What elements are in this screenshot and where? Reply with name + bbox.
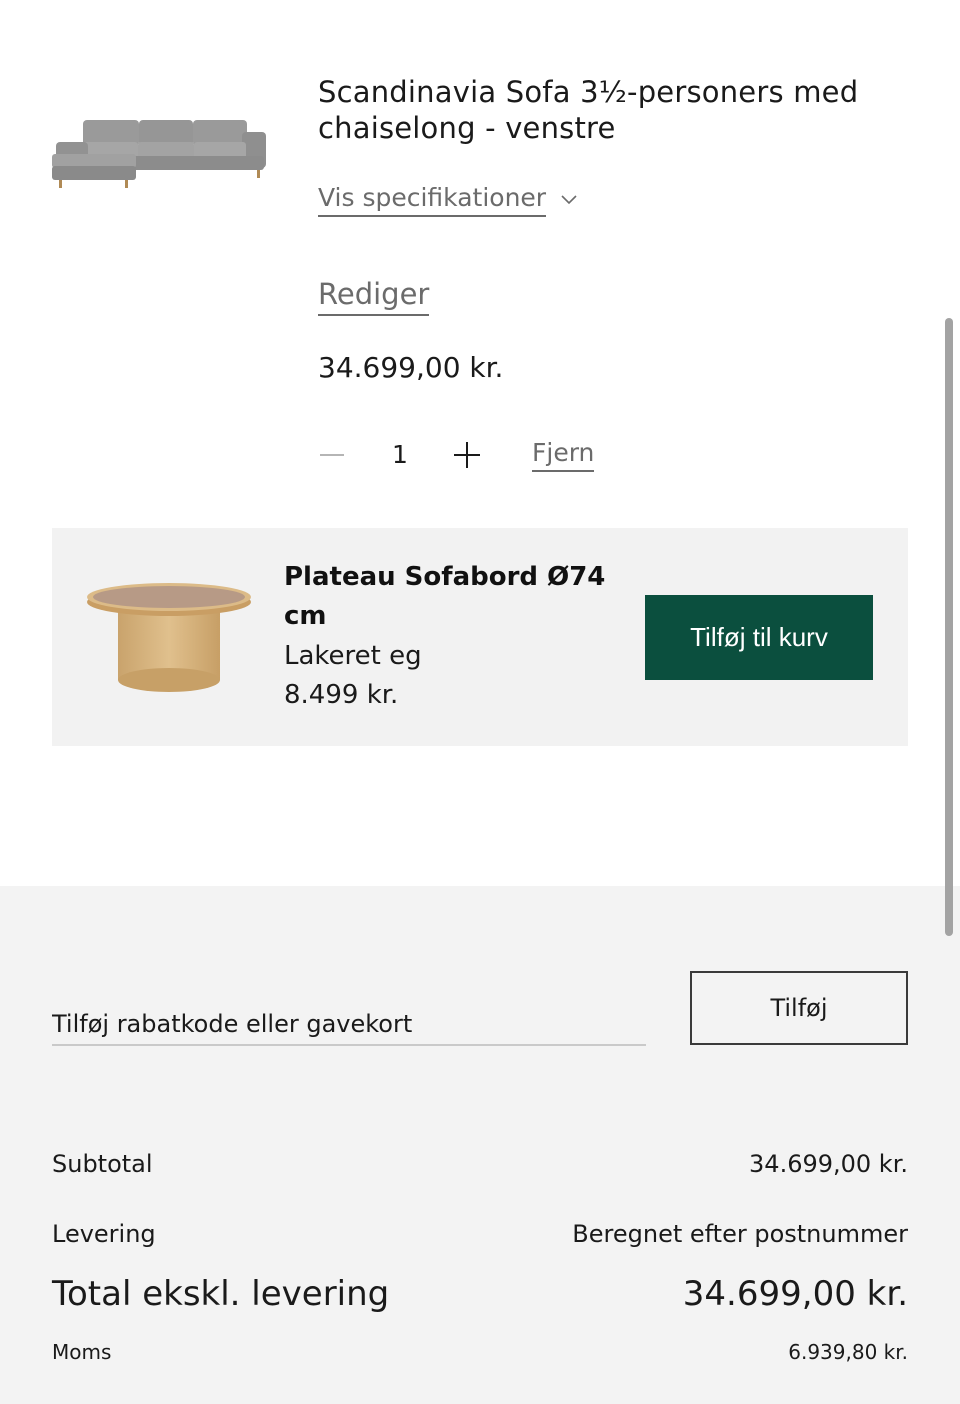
product-title[interactable]: Scandinavia Sofa 3½-personers med chaise…: [318, 74, 918, 146]
total-value: 34.699,00 kr.: [682, 1274, 908, 1314]
upsell-price: 8.499 kr.: [284, 680, 399, 710]
minus-icon[interactable]: [318, 436, 346, 474]
product-image-coffee-table[interactable]: [86, 578, 252, 696]
upsell-card: Plateau Sofabord Ø74 cm Lakeret eg 8.499…: [52, 528, 908, 746]
scrollbar-thumb[interactable]: [945, 318, 953, 936]
show-specifications-label: Vis specifikationer: [318, 182, 547, 217]
vat-row: Moms 6.939,80 kr.: [52, 1340, 908, 1364]
subtotal-label: Subtotal: [52, 1150, 153, 1178]
quantity-stepper: 1 Fjern: [318, 436, 638, 474]
quantity-value: 1: [392, 440, 408, 469]
total-label: Total ekskl. levering: [52, 1274, 390, 1314]
upsell-product-name[interactable]: Plateau Sofabord Ø74 cm: [284, 558, 624, 636]
apply-discount-button[interactable]: Tilføj: [690, 971, 908, 1045]
subtotal-row: Subtotal 34.699,00 kr.: [52, 1150, 908, 1178]
chevron-down-icon: [561, 194, 577, 204]
product-image-sofa[interactable]: [52, 110, 268, 194]
total-row: Total ekskl. levering 34.699,00 kr.: [52, 1274, 908, 1314]
vat-label: Moms: [52, 1340, 112, 1364]
edit-link[interactable]: Rediger: [318, 276, 430, 316]
remove-link[interactable]: Fjern: [532, 436, 595, 472]
order-summary: Tilføj Subtotal 34.699,00 kr. Levering B…: [0, 886, 960, 1404]
plus-icon[interactable]: [452, 440, 482, 470]
subtotal-value: 34.699,00 kr.: [749, 1150, 908, 1178]
delivery-row: Levering Beregnet efter postnummer: [52, 1220, 908, 1248]
item-price: 34.699,00 kr.: [318, 351, 504, 384]
add-to-cart-button[interactable]: Tilføj til kurv: [645, 595, 873, 680]
show-specifications-toggle[interactable]: Vis specifikationer: [318, 182, 578, 217]
delivery-value: Beregnet efter postnummer: [572, 1220, 908, 1248]
vat-value: 6.939,80 kr.: [788, 1340, 908, 1364]
discount-code-input[interactable]: [52, 1004, 646, 1046]
upsell-variant: Lakeret eg: [284, 641, 422, 671]
cart-item: Scandinavia Sofa 3½-personers med chaise…: [0, 0, 960, 528]
delivery-label: Levering: [52, 1220, 156, 1248]
